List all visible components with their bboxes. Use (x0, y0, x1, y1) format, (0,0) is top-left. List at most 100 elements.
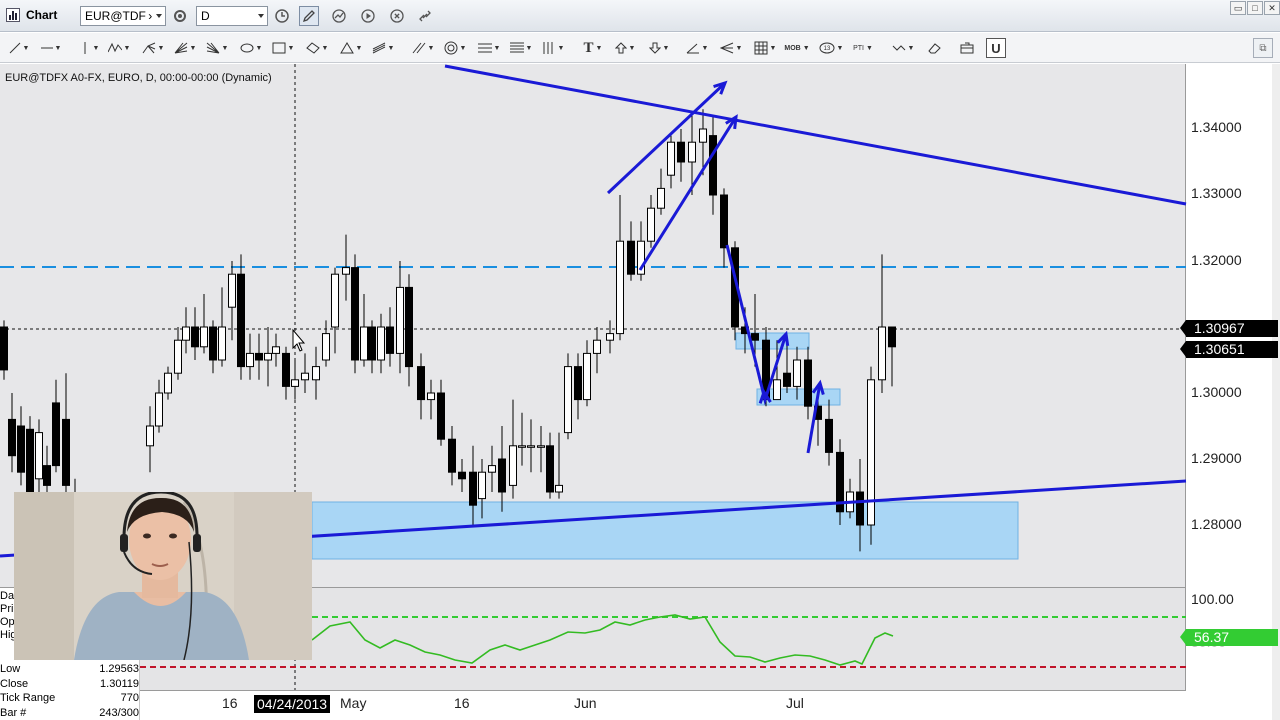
candle-up (878, 326, 886, 381)
draw-mode-button[interactable] (299, 6, 319, 26)
symbol-settings-button[interactable] (170, 6, 190, 26)
angle-tool[interactable]: ▼ (684, 38, 710, 58)
candle-up (182, 326, 190, 341)
gann-tool[interactable]: ▼ (172, 38, 198, 58)
fib-retracement-icon (477, 43, 492, 53)
candle-down (237, 273, 245, 368)
candle-down (856, 491, 864, 526)
eraser-tool[interactable] (922, 38, 948, 58)
properties-tool[interactable] (954, 38, 980, 58)
fibonacci-retracement-tool[interactable]: ▼ (476, 38, 502, 58)
grid-tool[interactable]: ▼ (752, 38, 778, 58)
timezone-button[interactable] (272, 6, 292, 26)
candle-down (351, 267, 359, 361)
candle-up (301, 372, 309, 381)
candle-up (537, 445, 545, 448)
arrow-down-tool[interactable]: ▼ (646, 38, 672, 58)
parallelogram-tool[interactable]: ▼ (304, 38, 330, 58)
rectangle-tool[interactable]: ▼ (270, 38, 296, 58)
indicator-axis-top: 100.00 (1191, 591, 1234, 607)
candle-down (888, 326, 896, 348)
copy-button[interactable]: ⧉ (1253, 38, 1273, 58)
interval-selector[interactable]: D (196, 6, 268, 26)
chevron-down-icon[interactable] (258, 14, 264, 18)
horizontal-line-tool[interactable]: ▼ (38, 38, 64, 58)
settings-icon (390, 9, 404, 23)
mob-tool[interactable]: MOB ▼ (784, 38, 810, 58)
channel-tool[interactable]: ▼ (370, 38, 396, 58)
fib-extension-icon (509, 42, 524, 53)
time-tick-label: Jul (786, 695, 804, 711)
speed-lines-icon (719, 42, 733, 54)
symbol-selector[interactable]: EUR@TDF › (80, 6, 166, 26)
zigzag-tool[interactable]: ▼ (106, 38, 132, 58)
candle-down (17, 425, 25, 473)
pitchfork-tool[interactable]: ▼ (140, 38, 166, 58)
grid-icon (754, 41, 768, 55)
speed-lines-tool[interactable]: ▼ (718, 38, 744, 58)
candle-up (200, 326, 208, 348)
candle-up (228, 273, 236, 308)
candle-up (155, 392, 163, 427)
candle-down (209, 326, 217, 361)
pointer-tool[interactable]: ▼ (890, 38, 916, 58)
fibonacci-circle-tool[interactable]: ▼ (442, 38, 468, 58)
title-bar: Chart EUR@TDF › D ▭ □ ✕ (0, 0, 1280, 32)
chart-header: EUR@TDFX A0-FX, EURO, D, 00:00-00:00 (Dy… (5, 72, 272, 84)
candle-down (405, 286, 413, 368)
close-button[interactable]: ✕ (1264, 1, 1280, 15)
ellipse-tool[interactable]: ▼ (238, 38, 264, 58)
time-tick-label: 16 (454, 695, 470, 711)
arrow-up-tool[interactable]: ▼ (612, 38, 638, 58)
candle-up (667, 141, 675, 176)
pti-tool[interactable]: PTI ▼ (850, 38, 876, 58)
mob-icon: MOB (784, 44, 801, 52)
link-button[interactable] (415, 6, 435, 26)
data-window-value: 770 (120, 692, 139, 704)
candle-up (564, 366, 572, 434)
candle-up (396, 286, 404, 354)
eraser-icon (928, 43, 941, 54)
maximize-button[interactable]: □ (1247, 1, 1263, 15)
angle-icon (686, 43, 699, 54)
chevron-down-icon[interactable] (156, 14, 162, 18)
play-icon (361, 9, 375, 23)
candle-down (469, 471, 477, 506)
restore-button[interactable]: ▭ (1230, 1, 1246, 15)
candle-up (488, 465, 496, 473)
candle-down (62, 418, 70, 486)
candle-down (191, 326, 199, 348)
data-window-value: 243/300 (99, 706, 139, 719)
cycle-tool[interactable]: 13 ▼ (818, 38, 844, 58)
play-button[interactable] (358, 6, 378, 26)
candle-up (312, 366, 320, 381)
data-window-key: Tick Range (0, 692, 56, 704)
line-chart-icon (332, 9, 346, 23)
chart-analysis-button[interactable] (329, 6, 349, 26)
settings-button[interactable] (387, 6, 407, 26)
candle-down (26, 428, 34, 493)
horizontal-line-icon (40, 47, 53, 49)
vertical-line-tool[interactable]: ▼ (76, 38, 102, 58)
parallel-lines-tool[interactable]: ▼ (410, 38, 436, 58)
triangle-tool[interactable]: ▼ (338, 38, 364, 58)
triangle-icon (339, 42, 354, 54)
fibonacci-extension-tool[interactable]: ▼ (508, 38, 534, 58)
vertical-line-icon (84, 42, 86, 54)
cycle-icon: 13 (819, 42, 835, 54)
price-tick-label: 1.28000 (1191, 516, 1242, 532)
andrews-tool[interactable]: ▼ (204, 38, 230, 58)
price-tick-label: 1.30000 (1191, 384, 1242, 400)
gann-fan-icon (174, 42, 187, 54)
text-tool[interactable]: T ▼ (580, 38, 606, 58)
trendline-tool[interactable]: ▼ (6, 38, 32, 58)
candle-up (264, 352, 272, 361)
scatter-icon (892, 45, 905, 51)
magnet-tool[interactable]: U (986, 38, 1006, 58)
candle-up (291, 379, 299, 387)
candle-up (478, 471, 486, 500)
channel-icon (372, 42, 385, 54)
candle-up (164, 372, 172, 394)
time-zones-tool[interactable]: ▼ (540, 38, 566, 58)
candle-up (606, 333, 614, 341)
